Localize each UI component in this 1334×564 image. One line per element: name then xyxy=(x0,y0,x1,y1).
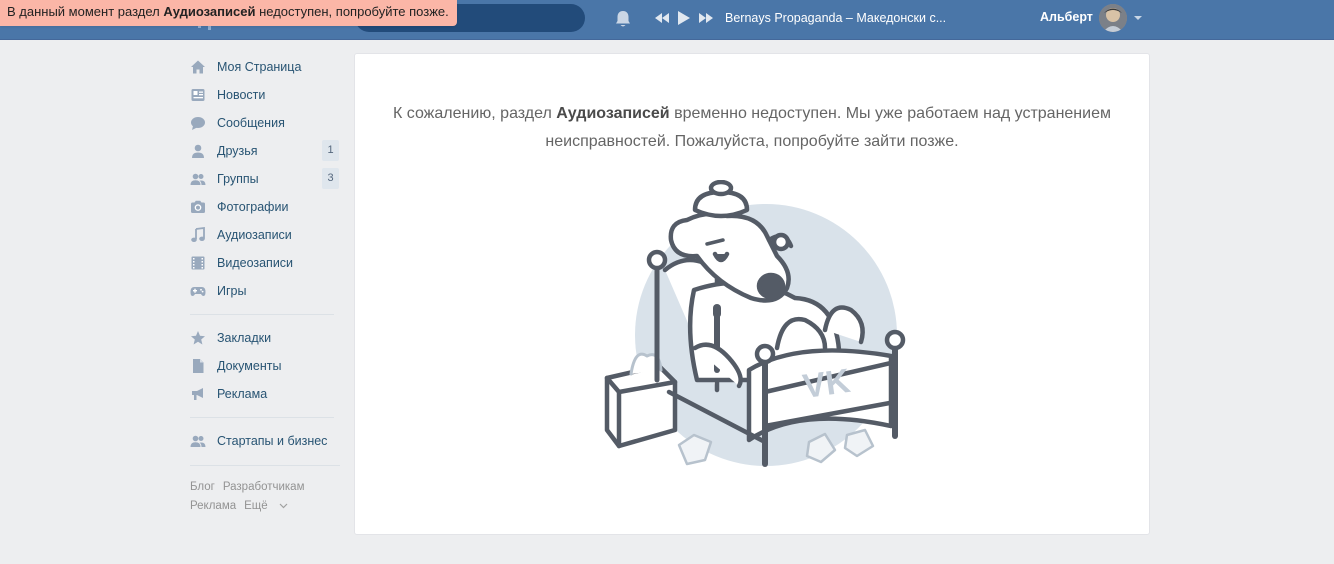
sidebar-item-my-page[interactable]: Моя Страница xyxy=(188,53,340,81)
home-icon xyxy=(191,60,205,74)
sidebar-item-friends[interactable]: Друзья 1 xyxy=(188,137,340,165)
footer-link-ads[interactable]: Реклама xyxy=(190,500,236,512)
groups-count-badge[interactable]: 3 xyxy=(322,168,339,189)
sidebar-item-groups[interactable]: Группы 3 xyxy=(188,165,340,193)
play-icon[interactable] xyxy=(677,10,691,26)
avatar[interactable] xyxy=(1099,4,1127,32)
messages-icon xyxy=(191,117,205,130)
sidebar-item-label: Видеозаписи xyxy=(217,256,294,270)
footer-more-label: Ещё xyxy=(244,500,268,512)
footer-link-developers[interactable]: Разработчикам xyxy=(223,481,305,493)
next-track-icon[interactable] xyxy=(699,10,713,26)
sick-dog-illustration: VK xyxy=(604,180,906,467)
sidebar-item-documents[interactable]: Документы xyxy=(188,352,340,380)
star-icon xyxy=(191,331,205,345)
sidebar-item-label: Сообщения xyxy=(217,116,285,130)
music-icon xyxy=(191,227,205,242)
svg-text:VK: VK xyxy=(801,362,854,406)
toast-text-bold: Аудиозаписей xyxy=(163,4,256,19)
groups-icon xyxy=(190,435,206,447)
left-sidebar: Моя Страница Новости Сообщения Друзья 1 xyxy=(188,53,340,516)
friends-count-badge[interactable]: 1 xyxy=(322,140,339,161)
sidebar-footer: Блог Разработчикам Реклама Ещё xyxy=(188,478,340,516)
gamepad-icon xyxy=(190,287,206,296)
sidebar-item-messages[interactable]: Сообщения xyxy=(188,109,340,137)
sidebar-item-photos[interactable]: Фотографии xyxy=(188,193,340,221)
sidebar-divider xyxy=(190,417,334,418)
sidebar-item-audio[interactable]: Аудиозаписи xyxy=(188,221,340,249)
sidebar-item-startups[interactable]: Стартапы и бизнес xyxy=(188,427,340,455)
message-bold: Аудиозаписей xyxy=(556,105,670,122)
chevron-down-icon[interactable] xyxy=(1133,15,1143,21)
camera-icon xyxy=(191,200,205,213)
sidebar-item-label: Документы xyxy=(217,359,282,373)
main-content-card: К сожалению, раздел Аудиозаписей временн… xyxy=(354,53,1150,535)
sidebar-item-bookmarks[interactable]: Закладки xyxy=(188,324,340,352)
user-name[interactable]: Альберт xyxy=(1040,10,1093,24)
sidebar-item-label: Реклама xyxy=(217,387,268,401)
unavailable-message: К сожалению, раздел Аудиозаписей временн… xyxy=(385,100,1119,156)
sidebar-divider xyxy=(190,465,340,466)
sidebar-item-label: Моя Страница xyxy=(217,60,302,74)
sidebar-divider xyxy=(190,314,334,315)
toast-text-prefix: В данный момент раздел xyxy=(7,4,164,19)
message-prefix: К сожалению, раздел xyxy=(393,105,557,122)
sidebar-item-video[interactable]: Видеозаписи xyxy=(188,249,340,277)
sidebar-item-ads[interactable]: Реклама xyxy=(188,380,340,408)
sidebar-item-label: Стартапы и бизнес xyxy=(217,434,328,448)
error-toast: В данный момент раздел Аудиозаписей недо… xyxy=(0,0,457,26)
sidebar-item-label: Друзья xyxy=(217,144,258,158)
video-icon xyxy=(191,256,205,270)
sidebar-item-news[interactable]: Новости xyxy=(188,81,340,109)
document-icon xyxy=(193,359,204,373)
sidebar-item-label: Группы xyxy=(217,172,259,186)
sidebar-item-label: Закладки xyxy=(217,331,272,345)
megaphone-icon xyxy=(192,388,203,400)
chevron-down-icon xyxy=(279,503,288,509)
friends-icon xyxy=(192,144,204,158)
sidebar-item-games[interactable]: Игры xyxy=(188,277,340,305)
footer-link-more[interactable]: Ещё xyxy=(244,500,288,512)
groups-icon xyxy=(190,173,206,185)
sidebar-item-label: Игры xyxy=(217,284,247,298)
sidebar-item-label: Аудиозаписи xyxy=(217,228,292,242)
sidebar-item-label: Фотографии xyxy=(217,200,289,214)
toast-text-suffix: недоступен, попробуйте позже. xyxy=(255,4,449,19)
bell-icon[interactable] xyxy=(612,8,634,30)
sidebar-item-label: Новости xyxy=(217,88,266,102)
news-icon xyxy=(191,89,205,101)
now-playing-track[interactable]: Bernays Propaganda – Македонски с... xyxy=(725,11,953,25)
footer-link-blog[interactable]: Блог xyxy=(190,481,215,493)
prev-track-icon[interactable] xyxy=(655,10,669,26)
